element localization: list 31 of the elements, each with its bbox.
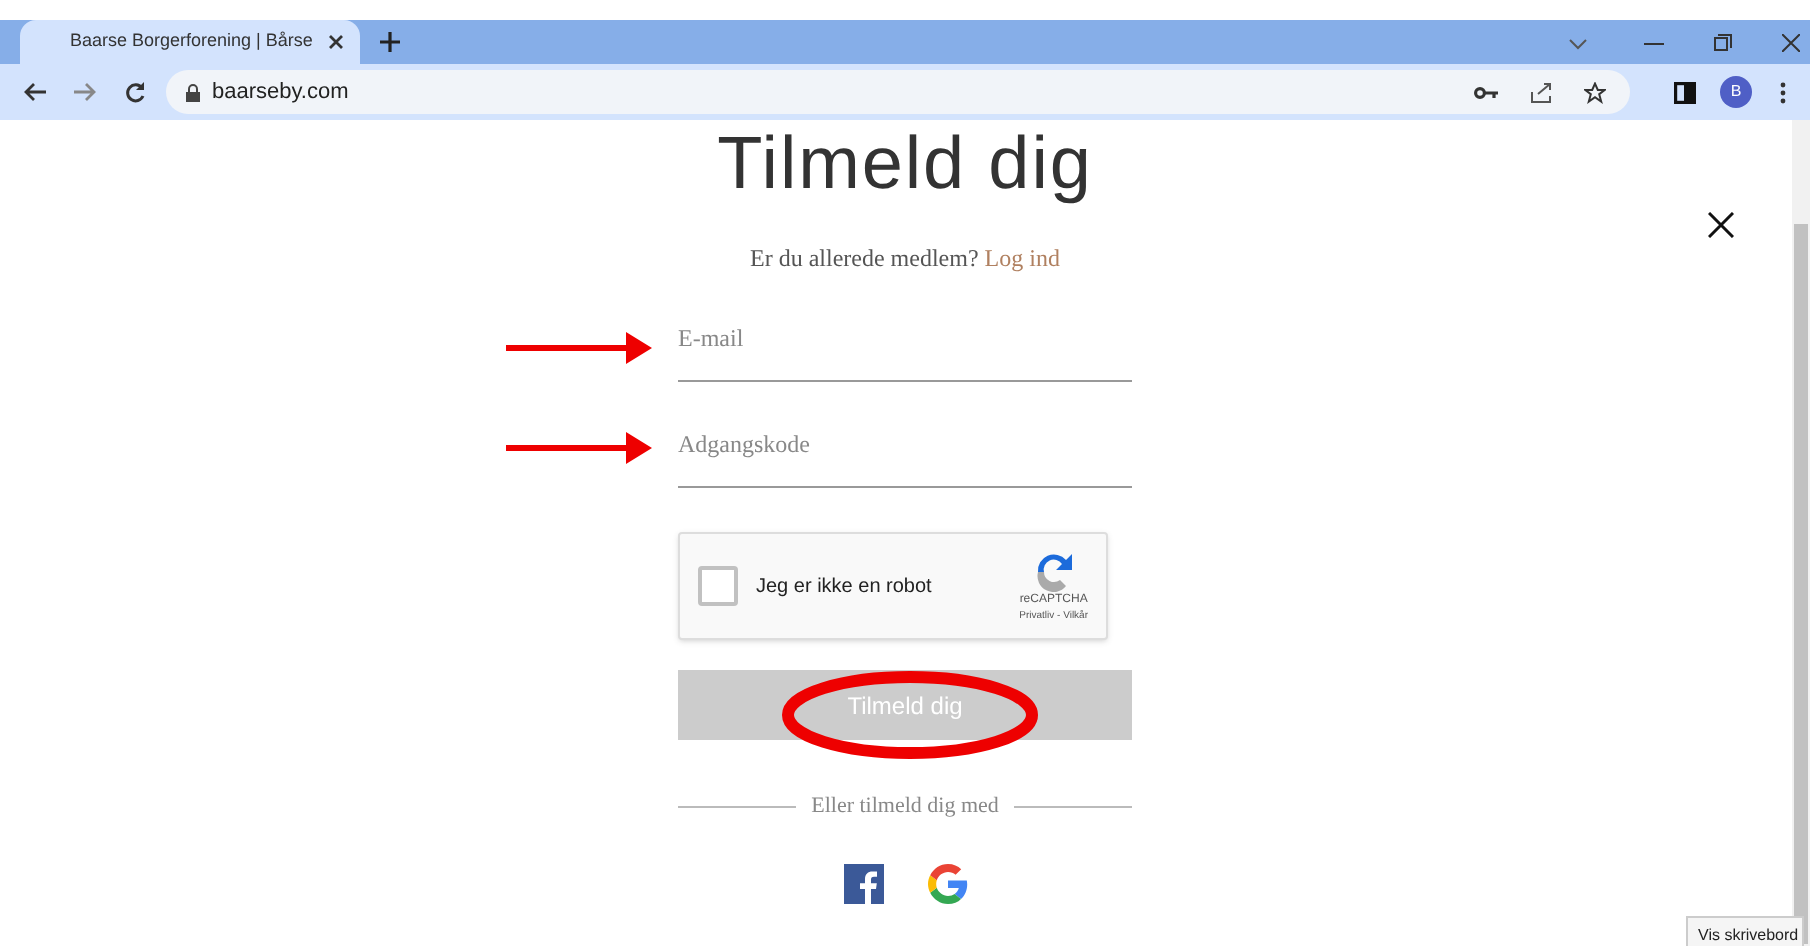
star-icon[interactable] <box>1584 81 1606 103</box>
back-arrow-icon[interactable] <box>24 82 46 102</box>
lock-icon <box>186 83 200 101</box>
captcha-label: Jeg er ikke en robot <box>756 573 932 601</box>
browser-tab[interactable]: Baarse Borgerforening | Bårse <box>20 20 360 64</box>
new-tab-icon[interactable] <box>380 32 400 52</box>
tab-title: Baarse Borgerforening | Bårse <box>70 28 313 55</box>
address-bar[interactable]: baarseby.com <box>166 70 1630 114</box>
input-field[interactable]: Adgangskode <box>678 418 1132 488</box>
dropdown-icon[interactable] <box>1568 38 1588 50</box>
restore-icon[interactable] <box>1714 34 1732 52</box>
close-icon[interactable] <box>1708 212 1734 238</box>
page-title: Tilmeld dig <box>717 126 1093 200</box>
input-field[interactable]: E-mail <box>678 312 1132 382</box>
forward-arrow-icon[interactable] <box>74 82 96 102</box>
key-icon[interactable] <box>1474 85 1498 99</box>
profile-avatar[interactable]: B <box>1720 76 1752 108</box>
google-icon[interactable] <box>927 863 967 903</box>
scrollbar-thumb[interactable] <box>1794 224 1808 944</box>
minimize-icon[interactable] <box>1644 42 1664 46</box>
tooltip: Vis skrivebord <box>1686 916 1805 946</box>
menu-icon[interactable] <box>1780 81 1786 103</box>
reload-icon[interactable] <box>124 81 146 103</box>
side-panel-icon[interactable] <box>1674 81 1696 103</box>
divider-text: Eller tilmeld dig med <box>811 792 999 822</box>
url-text: baarseby.com <box>212 77 349 108</box>
captcha-checkbox[interactable] <box>698 566 738 606</box>
facebook-icon[interactable] <box>843 863 883 903</box>
close-icon[interactable] <box>328 34 344 50</box>
member-prompt: Er du allerede medlem? Log ind <box>750 242 1060 276</box>
share-icon[interactable] <box>1530 81 1552 103</box>
